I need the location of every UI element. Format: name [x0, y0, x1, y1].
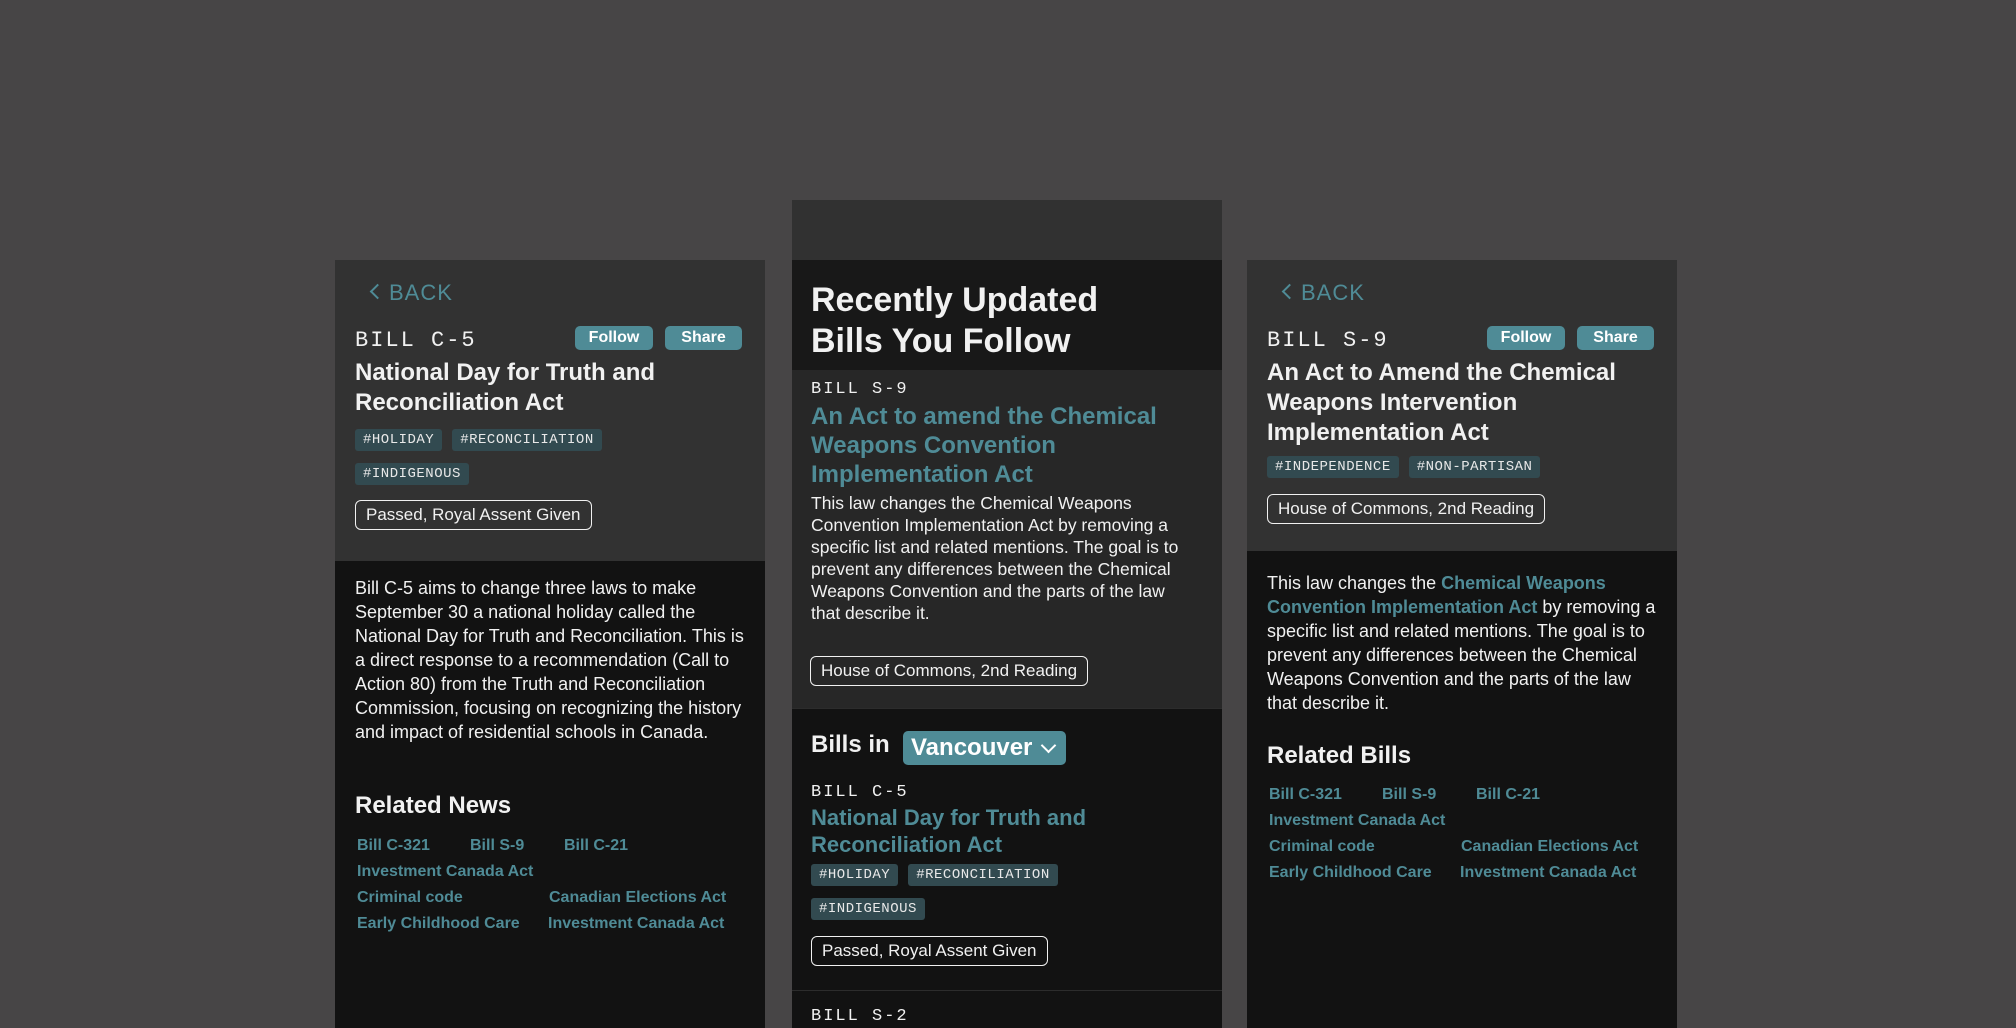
- tag-reconciliation[interactable]: #RECONCILIATION: [908, 864, 1058, 886]
- tag-independence[interactable]: #INDEPENDENCE: [1267, 456, 1399, 478]
- bill-title-line: National Day for Truth and: [355, 359, 656, 386]
- tag-reconciliation[interactable]: #RECONCILIATION: [452, 429, 602, 451]
- tag-non-partisan[interactable]: #NON-PARTISAN: [1408, 456, 1541, 478]
- chevron-down-icon: [1041, 737, 1057, 754]
- back-button[interactable]: BACK: [1281, 280, 1365, 306]
- bill-description: This law changes the Chemical Weapons Co…: [811, 493, 1179, 623]
- divider: [792, 708, 1222, 709]
- status-badge: House of Commons, 2nd Reading: [810, 656, 1089, 686]
- tag-holiday[interactable]: #HOLIDAY: [355, 429, 443, 451]
- bill-title: An Act to Amend the Chemical Weapons Int…: [1267, 358, 1672, 448]
- bills-in-label: Bills in: [811, 731, 890, 758]
- city-dropdown[interactable]: Vancouver: [903, 731, 1067, 765]
- bill-title-line: Weapons Convention: [811, 432, 1056, 459]
- bill-header-panel: BACK BILL C-5 Follow Share National Day …: [335, 260, 765, 561]
- status-badge: Passed, Royal Assent Given: [355, 500, 592, 530]
- bill-title-line: Reconciliation Act: [811, 832, 1003, 857]
- status-badge: House of Commons, 2nd Reading: [1267, 494, 1546, 524]
- bill-title-line: National Day for Truth and: [811, 805, 1087, 830]
- bill-code: BILL C-5: [355, 328, 477, 353]
- related-link[interactable]: Bill S-9: [1382, 786, 1436, 804]
- related-link[interactable]: Bill S-9: [470, 837, 524, 855]
- screen-header: Recently Updated Bills You Follow: [792, 260, 1222, 370]
- city-value: Vancouver: [911, 734, 1033, 761]
- tag-list: #INDEPENDENCE #NON-PARTISAN: [1267, 456, 1667, 490]
- related-link[interactable]: Investment Canada Act: [548, 915, 724, 933]
- related-bills-heading: Related Bills: [1267, 742, 1412, 769]
- bill-title-line: Weapons Intervention: [1267, 389, 1518, 416]
- status-badge: Passed, Royal Assent Given: [811, 936, 1048, 966]
- related-link[interactable]: Bill C-321: [357, 837, 430, 855]
- bill-code: BILL C-5: [811, 783, 909, 802]
- bill-title-link[interactable]: National Day for Truth and Reconciliatio…: [811, 804, 1211, 858]
- bill-header-panel: BACK BILL S-9 Follow Share An Act to Ame…: [1247, 260, 1677, 551]
- back-button[interactable]: BACK: [369, 280, 453, 306]
- related-link[interactable]: Criminal code: [357, 889, 463, 907]
- related-link[interactable]: Investment Canada Act: [357, 863, 533, 881]
- bill-title-line: An Act to amend the Chemical: [811, 403, 1157, 430]
- description-text: This law changes the: [1267, 573, 1442, 593]
- related-link[interactable]: Criminal code: [1269, 838, 1375, 856]
- bill-code: BILL S-2: [811, 1007, 909, 1026]
- bill-detail-screen-c5: BACK BILL C-5 Follow Share National Day …: [335, 260, 765, 1028]
- bill-title-link[interactable]: An Act to amend the Chemical Weapons Con…: [811, 402, 1211, 489]
- bill-card-s9[interactable]: BILL S-9 An Act to amend the Chemical We…: [792, 370, 1222, 708]
- bill-detail-screen-s9: BACK BILL S-9 Follow Share An Act to Ame…: [1247, 260, 1677, 1028]
- status-bar: [792, 200, 1222, 260]
- chevron-left-icon: [1281, 283, 1298, 300]
- related-link[interactable]: Canadian Elections Act: [549, 889, 726, 907]
- chevron-left-icon: [369, 283, 386, 300]
- bill-code: BILL S-9: [1267, 328, 1389, 353]
- related-link[interactable]: Canadian Elections Act: [1461, 838, 1638, 856]
- bill-title-line: An Act to Amend the Chemical: [1267, 359, 1616, 386]
- bill-code: BILL S-9: [811, 380, 909, 399]
- page-title-line: Bills You Follow: [811, 322, 1071, 360]
- bill-description: Bill C-5 aims to change three laws to ma…: [355, 578, 744, 742]
- related-link[interactable]: Investment Canada Act: [1460, 864, 1636, 882]
- follow-button[interactable]: Follow: [575, 326, 653, 350]
- page-title-line: Recently Updated: [811, 281, 1099, 319]
- divider: [792, 990, 1222, 991]
- followed-bills-screen: Recently Updated Bills You Follow BILL S…: [792, 200, 1222, 1028]
- tag-holiday[interactable]: #HOLIDAY: [811, 864, 899, 886]
- bill-title-line: Reconciliation Act: [355, 389, 564, 416]
- back-label: BACK: [389, 280, 453, 305]
- bill-title-line: Implementation Act: [811, 461, 1033, 488]
- tag-list: #HOLIDAY #RECONCILIATION #INDIGENOUS: [355, 429, 755, 497]
- follow-button[interactable]: Follow: [1487, 326, 1565, 350]
- page-title: Recently Updated Bills You Follow: [811, 280, 1098, 362]
- tag-indigenous[interactable]: #INDIGENOUS: [355, 463, 469, 485]
- related-link[interactable]: Early Childhood Care: [357, 915, 520, 933]
- share-button[interactable]: Share: [665, 326, 742, 350]
- bill-description: This law changes the Chemical Weapons Co…: [1267, 571, 1662, 715]
- back-label: BACK: [1301, 280, 1365, 305]
- bill-title-line: Implementation Act: [1267, 419, 1489, 446]
- related-link[interactable]: Bill C-321: [1269, 786, 1342, 804]
- tag-indigenous[interactable]: #INDIGENOUS: [811, 898, 925, 920]
- related-news-heading: Related News: [355, 792, 512, 819]
- related-link[interactable]: Investment Canada Act: [1269, 812, 1445, 830]
- related-link[interactable]: Bill C-21: [564, 837, 628, 855]
- related-link[interactable]: Bill C-21: [1476, 786, 1540, 804]
- tag-list: #HOLIDAY #RECONCILIATION #INDIGENOUS: [811, 864, 1211, 932]
- related-link[interactable]: Early Childhood Care: [1269, 864, 1432, 882]
- share-button[interactable]: Share: [1577, 326, 1654, 350]
- bill-title: National Day for Truth and Reconciliatio…: [355, 358, 755, 418]
